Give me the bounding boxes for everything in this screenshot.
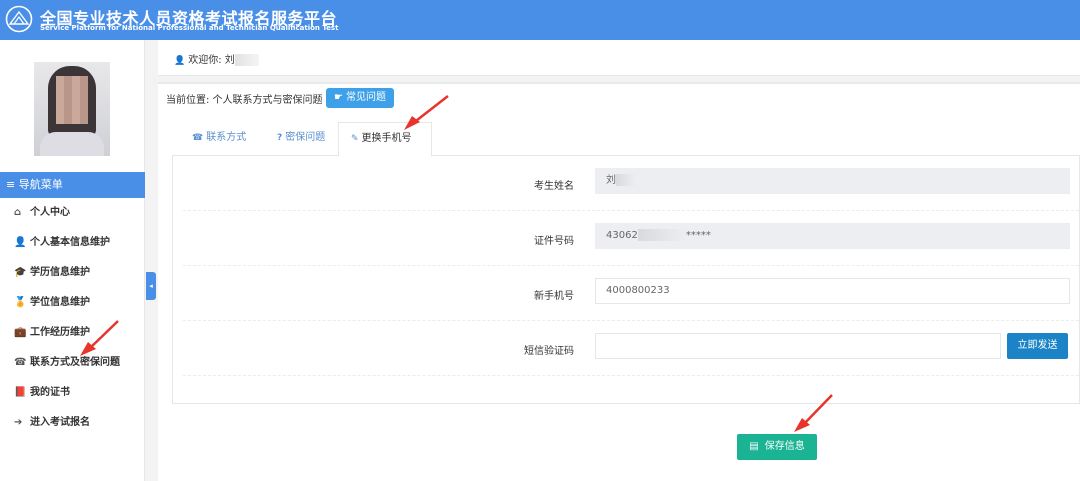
- medal-icon: 🏅: [14, 297, 27, 308]
- redacted-name: [234, 54, 259, 66]
- platform-subtitle: Service Platform for National Profession…: [40, 24, 339, 32]
- id-label: 证件号码: [534, 236, 574, 247]
- welcome-bar: 👤 欢迎你: 刘: [158, 40, 1080, 76]
- welcome-text: 👤 欢迎你: 刘: [174, 51, 259, 66]
- sms-code-input[interactable]: [595, 333, 1001, 359]
- user-name: 刘: [224, 55, 235, 66]
- phone-icon: ☎: [14, 357, 27, 368]
- tab-bar: ☎ 联系方式 ? 密保问题 ✎ 更换手机号: [172, 122, 1080, 157]
- change-phone-form: 考生姓名 刘 证件号码 43062 ***** 新手机号 4000800233 短…: [172, 156, 1080, 404]
- question-icon: ?: [277, 133, 283, 143]
- top-header: 全国专业技术人员资格考试报名服务平台 Service Platform for …: [0, 0, 1080, 40]
- sidebar-toggle-button[interactable]: ◂: [146, 272, 156, 300]
- form-row-phone: 新手机号 4000800233: [183, 266, 1079, 321]
- sidebar-item-label: 学历信息维护: [30, 267, 90, 278]
- new-phone-label: 新手机号: [534, 291, 574, 302]
- form-row-id: 证件号码 43062 *****: [183, 211, 1079, 266]
- sidebar-item-personal-center[interactable]: ⌂ 个人中心: [0, 198, 145, 228]
- sidebar-item-degree[interactable]: 🏅 学位信息维护: [0, 288, 145, 318]
- pencil-icon: ✎: [351, 134, 359, 144]
- tab-security-question[interactable]: ? 密保问题: [265, 122, 337, 156]
- user-icon: 👤: [174, 56, 186, 66]
- main-content: 当前位置: 个人联系方式与密保问题 ☛ 常见问题 ☎ 联系方式 ? 密保问题 ✎ 更换手…: [158, 82, 1080, 481]
- name-field: 刘: [595, 168, 1070, 194]
- sidebar-item-label: 个人基本信息维护: [30, 237, 110, 248]
- new-phone-input[interactable]: 4000800233: [595, 278, 1070, 304]
- sms-code-label: 短信验证码: [524, 346, 574, 357]
- avatar: [34, 62, 110, 156]
- home-icon: ⌂: [14, 207, 22, 218]
- book-icon: 📕: [14, 387, 27, 398]
- breadcrumb: 当前位置: 个人联系方式与密保问题: [166, 95, 323, 106]
- faq-button[interactable]: ☛ 常见问题: [326, 88, 394, 108]
- hand-pointer-icon: ☛: [334, 92, 343, 103]
- tab-contact[interactable]: ☎ 联系方式: [180, 122, 258, 156]
- form-row-sms: 短信验证码 立即发送: [183, 321, 1079, 376]
- annotation-arrow-icon: [794, 394, 833, 432]
- sidebar-item-education[interactable]: 🎓 学历信息维护: [0, 258, 145, 288]
- briefcase-icon: 💼: [14, 327, 27, 338]
- sidebar-item-label: 学位信息维护: [30, 297, 90, 308]
- sidebar-item-basic-info[interactable]: 👤 个人基本信息维护: [0, 228, 145, 258]
- sidebar: ≡ 导航菜单 ⌂ 个人中心 👤 个人基本信息维护 🎓 学历信息维护 🏅 学位信息…: [0, 40, 145, 481]
- sidebar-item-certificates[interactable]: 📕 我的证书: [0, 378, 145, 408]
- annotation-arrow-icon: [404, 95, 449, 130]
- send-code-button[interactable]: 立即发送: [1007, 333, 1068, 359]
- nav-menu-header: ≡ 导航菜单: [0, 172, 145, 198]
- name-label: 考生姓名: [534, 181, 574, 192]
- graduation-cap-icon: 🎓: [14, 267, 27, 278]
- phone-icon: ☎: [192, 133, 204, 143]
- user-icon: 👤: [14, 237, 27, 248]
- sidebar-item-exam-registration[interactable]: ➔ 进入考试报名: [0, 408, 145, 438]
- annotation-arrow-icon: [80, 320, 119, 356]
- sidebar-item-label: 个人中心: [30, 207, 70, 218]
- save-button[interactable]: ▤ 保存信息: [737, 434, 817, 460]
- id-number-field: 43062 *****: [595, 223, 1070, 249]
- sidebar-item-label: 我的证书: [30, 387, 70, 398]
- sidebar-item-label: 进入考试报名: [30, 417, 90, 428]
- platform-logo-icon: [5, 5, 33, 33]
- save-icon: ▤: [749, 441, 759, 452]
- form-row-name: 考生姓名 刘: [183, 156, 1079, 211]
- arrow-circle-icon: ➔: [14, 417, 23, 428]
